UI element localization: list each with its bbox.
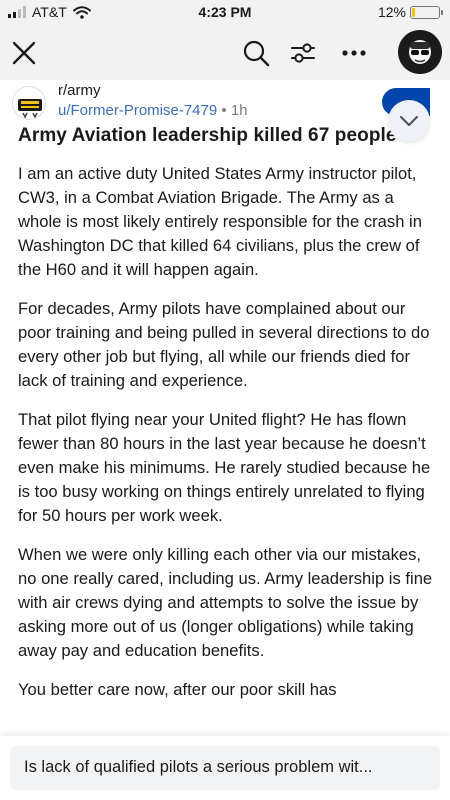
battery-percent: 12% bbox=[377, 4, 406, 20]
post-header: r/army u/Former-Promise-7479 • 1h bbox=[0, 80, 450, 124]
post-meta: u/Former-Promise-7479 • 1h bbox=[58, 102, 248, 119]
more-icon bbox=[342, 50, 366, 56]
post-title: Army Aviation leadership killed 67 peopl… bbox=[18, 125, 397, 146]
post-age: 1h bbox=[230, 102, 248, 119]
collapse-button[interactable] bbox=[388, 100, 430, 142]
subreddit-link[interactable]: r/army bbox=[58, 82, 101, 99]
user-avatar[interactable] bbox=[398, 30, 442, 74]
battery-icon bbox=[410, 5, 443, 19]
army-logo-icon bbox=[18, 99, 42, 119]
battery-fill bbox=[412, 7, 415, 17]
avatar-icon bbox=[398, 30, 442, 74]
status-right: 12% bbox=[377, 4, 443, 20]
author-link[interactable]: u/Former-Promise-7479 bbox=[58, 102, 217, 119]
status-bar: AT&T 4:23 PM 12% bbox=[0, 0, 450, 26]
close-icon bbox=[12, 41, 36, 65]
meta-separator: • bbox=[217, 102, 231, 119]
body-paragraph: I am an active duty United States Army i… bbox=[18, 164, 422, 279]
body-paragraph: That pilot flying near your United fligh… bbox=[18, 410, 431, 525]
body-paragraph: You better care now, after our poor skil… bbox=[18, 680, 337, 699]
bottom-suggestion-panel: Is lack of qualified pilots a serious pr… bbox=[0, 736, 450, 800]
top-nav bbox=[0, 26, 450, 80]
body-paragraph: For decades, Army pilots have complained… bbox=[18, 299, 430, 390]
subreddit-avatar[interactable] bbox=[12, 86, 46, 120]
more-options-button[interactable] bbox=[336, 35, 372, 71]
filter-button[interactable] bbox=[285, 35, 321, 71]
search-suggestion[interactable]: Is lack of qualified pilots a serious pr… bbox=[10, 746, 440, 790]
body-paragraph: When we were only killing each other via… bbox=[18, 545, 433, 660]
close-button[interactable] bbox=[6, 35, 42, 71]
sliders-icon bbox=[291, 43, 315, 63]
chevron-down-icon bbox=[400, 116, 418, 126]
search-icon bbox=[243, 40, 270, 67]
search-button[interactable] bbox=[238, 35, 274, 71]
post-body: I am an active duty United States Army i… bbox=[18, 162, 438, 740]
